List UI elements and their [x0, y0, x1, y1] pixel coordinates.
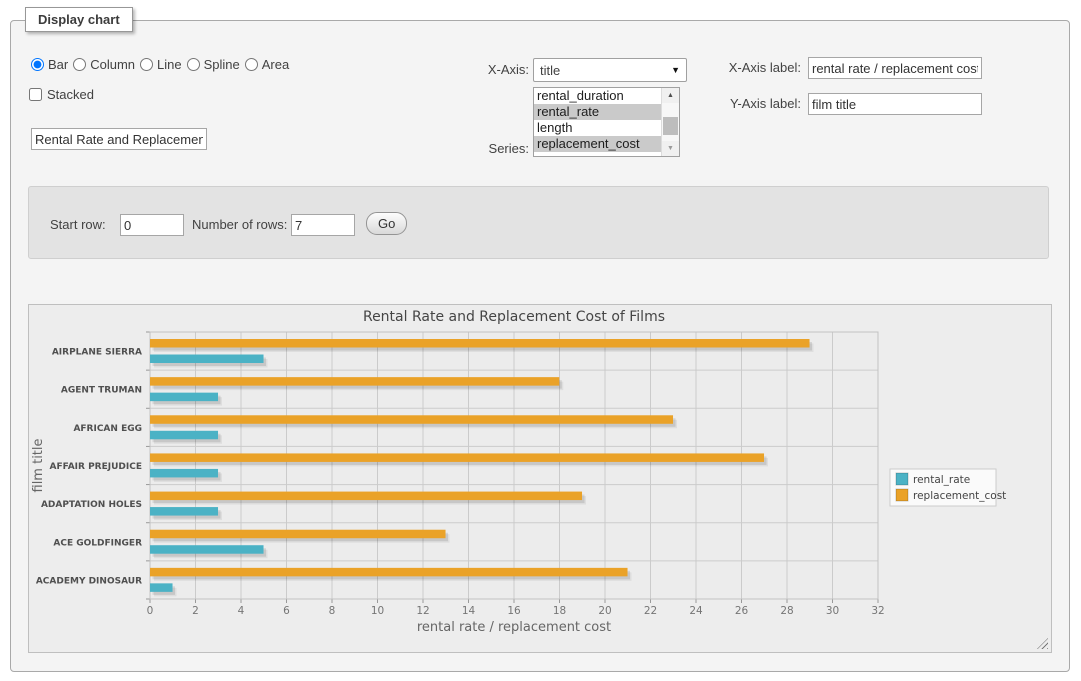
bar-chart: 02468101214161820222426283032AIRPLANE SI…	[29, 305, 1051, 652]
chart-type-line[interactable]: Line	[140, 57, 182, 72]
x-axis-select-label: X-Axis:	[441, 62, 529, 77]
line-radio[interactable]	[140, 58, 153, 71]
x-tick-label: 6	[283, 605, 290, 617]
y-axis-label-input[interactable]	[808, 93, 982, 115]
bar-replacement_cost	[150, 339, 810, 348]
x-axis-select[interactable]: title ▼	[533, 58, 687, 82]
legend-swatch-replacement_cost	[896, 489, 908, 501]
bar-rental_rate	[150, 507, 218, 516]
series-option-rental-rate[interactable]: rental_rate	[534, 104, 661, 120]
x-tick-label: 16	[507, 605, 521, 617]
chart-title-input[interactable]	[31, 128, 207, 150]
x-tick-label: 20	[598, 605, 611, 617]
x-tick-label: 22	[644, 605, 657, 617]
series-options: rental_duration rental_rate length repla…	[534, 88, 661, 156]
bar-replacement_cost	[150, 492, 582, 501]
series-option-rental-duration[interactable]: rental_duration	[534, 88, 661, 104]
x-tick-label: 12	[416, 605, 429, 617]
x-tick-label: 24	[689, 605, 703, 617]
chart-container: 02468101214161820222426283032AIRPLANE SI…	[28, 304, 1052, 653]
x-tick-label: 14	[462, 605, 476, 617]
legend-swatch-rental_rate	[896, 473, 908, 485]
bar-rental_rate	[150, 431, 218, 440]
column-radio[interactable]	[73, 58, 86, 71]
x-axis-title: rental rate / replacement cost	[417, 620, 611, 635]
chart-title: Rental Rate and Replacement Cost of Film…	[363, 309, 665, 325]
series-multiselect[interactable]: rental_duration rental_rate length repla…	[533, 87, 680, 157]
go-button[interactable]: Go	[366, 212, 407, 235]
legend-label-replacement_cost: replacement_cost	[913, 490, 1006, 502]
x-tick-label: 26	[735, 605, 749, 617]
x-tick-label: 30	[826, 605, 839, 617]
series-scrollbar[interactable]: ▲ ▼	[661, 88, 679, 156]
y-category-label: ADAPTATION HOLES	[41, 500, 142, 510]
series-option-length[interactable]: length	[534, 120, 661, 136]
x-tick-label: 28	[780, 605, 793, 617]
bar-rental_rate	[150, 393, 218, 402]
y-category-label: AFFAIR PREJUDICE	[49, 462, 142, 472]
series-option-replacement-cost[interactable]: replacement_cost	[534, 136, 661, 152]
start-row-label: Start row:	[50, 217, 106, 232]
bar-replacement_cost	[150, 568, 628, 577]
bar-radio-label: Bar	[48, 57, 68, 72]
bar-radio[interactable]	[31, 58, 44, 71]
x-axis-selected-value: title	[540, 63, 560, 78]
x-tick-label: 8	[329, 605, 336, 617]
y-axis-label-caption: Y-Axis label:	[701, 96, 801, 111]
chart-type-area[interactable]: Area	[245, 57, 289, 72]
x-tick-label: 2	[192, 605, 199, 617]
bar-rental_rate	[150, 545, 264, 554]
x-tick-label: 32	[871, 605, 884, 617]
number-of-rows-label: Number of rows:	[192, 217, 287, 232]
x-tick-label: 18	[553, 605, 566, 617]
area-radio[interactable]	[245, 58, 258, 71]
y-category-label: AIRPLANE SIERRA	[52, 348, 142, 358]
bar-replacement_cost	[150, 415, 673, 424]
rows-panel: Start row: Number of rows: Go	[28, 186, 1049, 259]
scroll-up-icon[interactable]: ▲	[662, 88, 679, 103]
bar-rental_rate	[150, 469, 218, 478]
stacked-checkbox[interactable]	[29, 88, 42, 101]
spline-radio[interactable]	[187, 58, 200, 71]
bar-replacement_cost	[150, 453, 764, 462]
column-radio-label: Column	[90, 57, 135, 72]
legend-label-rental_rate: rental_rate	[913, 474, 970, 486]
display-chart-panel: Display chart Bar Column Line Spline Are…	[10, 20, 1070, 672]
y-category-label: AGENT TRUMAN	[61, 386, 142, 396]
chart-type-bar[interactable]: Bar	[31, 57, 68, 72]
bar-rental_rate	[150, 583, 173, 592]
scroll-down-icon[interactable]: ▼	[662, 141, 679, 156]
stacked-row: Stacked	[29, 87, 94, 102]
x-tick-label: 0	[147, 605, 154, 617]
y-category-label: ACADEMY DINOSAUR	[36, 576, 142, 586]
start-row-input[interactable]	[120, 214, 184, 236]
chart-type-spline[interactable]: Spline	[187, 57, 240, 72]
panel-legend: Display chart	[25, 7, 133, 32]
x-axis-label-caption: X-Axis label:	[701, 60, 801, 75]
stacked-label: Stacked	[47, 87, 94, 102]
y-category-label: AFRICAN EGG	[73, 424, 142, 434]
y-axis-title: film title	[31, 438, 46, 492]
x-tick-label: 10	[371, 605, 384, 617]
line-radio-label: Line	[157, 57, 182, 72]
y-category-label: ACE GOLDFINGER	[53, 538, 142, 548]
series-list-label: Series:	[441, 141, 529, 156]
number-of-rows-input[interactable]	[291, 214, 355, 236]
bar-replacement_cost	[150, 377, 559, 386]
dropdown-arrow-icon: ▼	[671, 65, 680, 75]
chart-type-group: Bar Column Line Spline Area	[31, 57, 289, 72]
spline-radio-label: Spline	[204, 57, 240, 72]
scrollbar-track[interactable]	[662, 103, 679, 141]
x-axis-label-input[interactable]	[808, 57, 982, 79]
area-radio-label: Area	[262, 57, 289, 72]
bar-replacement_cost	[150, 530, 446, 539]
bar-rental_rate	[150, 355, 264, 364]
scrollbar-thumb[interactable]	[663, 117, 678, 134]
chart-type-column[interactable]: Column	[73, 57, 135, 72]
x-tick-label: 4	[238, 605, 245, 617]
